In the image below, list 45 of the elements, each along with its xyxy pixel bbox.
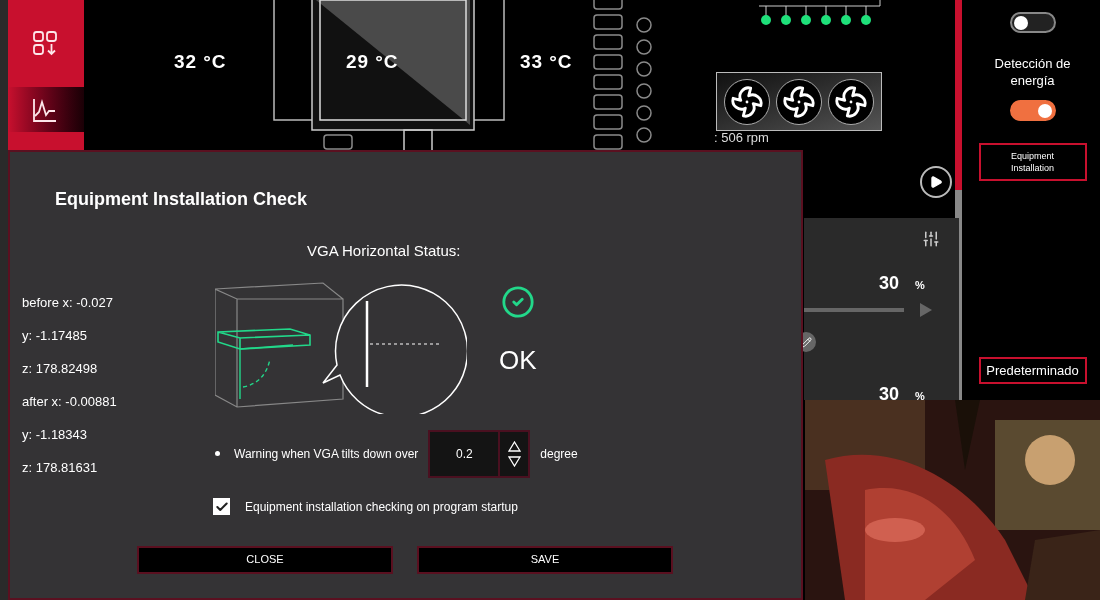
coordinate-reading: y: -1.18343 (22, 426, 89, 444)
percent-unit: % (915, 389, 925, 404)
fan-icon (724, 78, 770, 125)
coordinate-reading: z: 178.82498 (22, 360, 99, 378)
save-button[interactable]: SAVE (417, 545, 673, 574)
toggle-switch[interactable] (1009, 12, 1056, 33)
default-button[interactable]: Predeterminado (978, 357, 1087, 384)
scrollbar-thumb[interactable] (955, 0, 962, 190)
coordinate-reading: after x: -0.00881 (22, 393, 118, 411)
status-value: OK (499, 343, 537, 377)
percent-unit: % (915, 278, 925, 293)
equipment-installation-button[interactable]: Equipment Installation (978, 143, 1087, 181)
warning-label: Warning when VGA tilts down over (234, 445, 419, 463)
coordinate-reading: before x: -0.027 (22, 294, 115, 312)
spin-down-icon[interactable] (507, 455, 521, 467)
apps-download-icon (32, 29, 58, 56)
tilt-threshold-field[interactable]: 0.2 (428, 429, 531, 478)
sliders-icon[interactable] (922, 230, 940, 248)
play-icon (929, 175, 943, 189)
fan-icon (776, 78, 822, 125)
checkbox[interactable] (213, 498, 230, 515)
startup-check-label: Equipment installation checking on program startup (245, 498, 518, 516)
coordinate-reading: z: 178.81631 (22, 459, 99, 477)
close-button[interactable]: CLOSE (137, 545, 393, 574)
fan-speed: : 506 rpm (714, 130, 769, 146)
energy-detection-label: Detección de energía (993, 55, 1072, 89)
temperature-reading: 32 °C (174, 50, 227, 74)
check-circle-icon (500, 284, 535, 319)
slider-track[interactable] (804, 308, 904, 312)
line-chart-icon (32, 96, 58, 123)
temperature-reading: 29 °C (346, 50, 399, 74)
fan-icon (828, 78, 874, 125)
coordinate-reading: y: -1.17485 (22, 327, 89, 345)
fan-percent-value: 30 (879, 272, 900, 295)
degree-unit: degree (540, 445, 578, 463)
bullet-icon (215, 451, 220, 456)
fan-percent-value: 30 (879, 383, 900, 406)
right-arrow-icon[interactable] (920, 303, 932, 317)
dialog-title: Equipment Installation Check (55, 188, 309, 211)
toggle-switch[interactable] (1009, 100, 1056, 121)
sidebar-item[interactable] (8, 87, 84, 132)
spin-up-icon[interactable] (507, 440, 521, 452)
status-label: VGA Horizontal Status: (307, 241, 462, 261)
temperature-reading: 33 °C (520, 50, 573, 74)
play-button[interactable] (920, 166, 952, 198)
